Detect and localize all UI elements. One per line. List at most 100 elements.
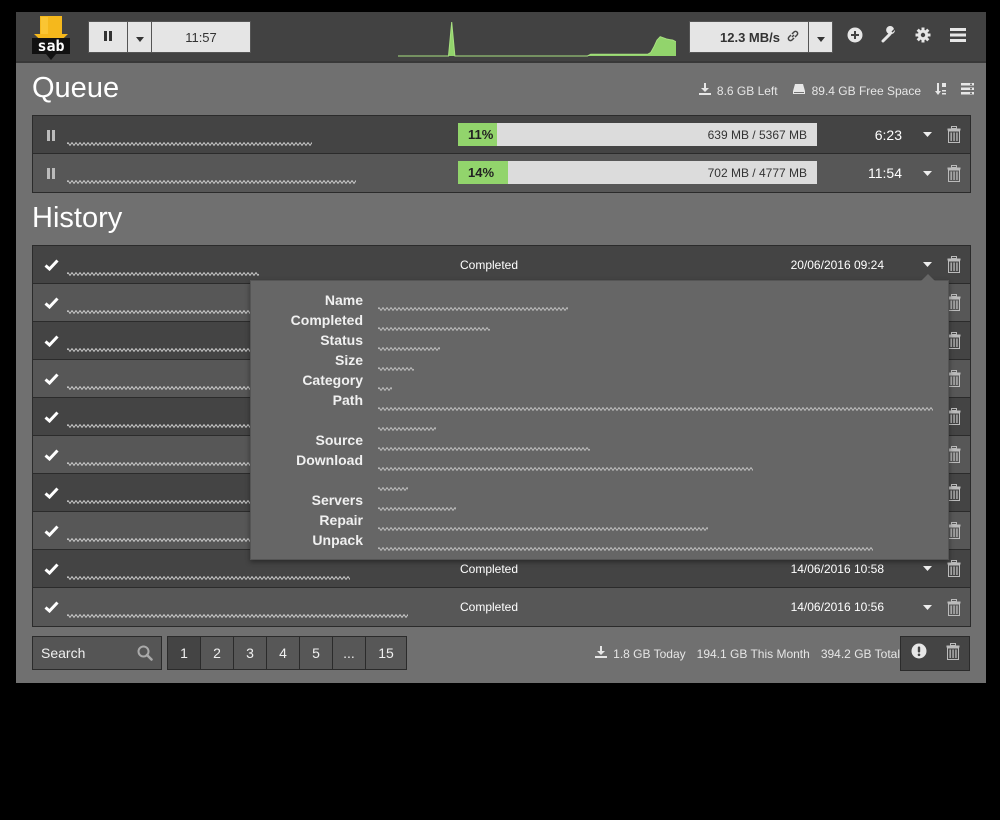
progress-percent: 11% (468, 127, 494, 142)
history-status: Completed (460, 257, 519, 272)
page-button[interactable]: 2 (201, 637, 234, 669)
sabnzbd-app: sab 11:57 12.3 MB/s Queue 8.6 GB Left 89… (16, 12, 986, 683)
detail-label-name: Name (324, 292, 363, 308)
today-text: 1.8 GB Today (613, 646, 686, 661)
page-button[interactable]: ... (333, 637, 366, 669)
speed-area (398, 22, 676, 56)
main-menu-button[interactable] (947, 26, 969, 48)
detail-label-download: Download (296, 452, 363, 468)
sab-logo[interactable]: sab (28, 16, 74, 60)
caret-down-icon (922, 170, 932, 176)
queue-options-button[interactable] (961, 83, 974, 98)
delete-history-button[interactable] (946, 256, 962, 274)
sort-icon (935, 83, 946, 95)
check-icon (43, 561, 59, 577)
detail-value (377, 299, 571, 311)
trash-icon (947, 332, 961, 349)
page-button[interactable]: 3 (234, 637, 267, 669)
history-job-name[interactable] (66, 568, 352, 580)
detail-value (377, 539, 875, 551)
page-button[interactable]: 5 (300, 637, 333, 669)
delete-job-button[interactable] (946, 126, 962, 144)
page-button[interactable]: 15 (366, 637, 406, 669)
top-bar: sab 11:57 12.3 MB/s (16, 12, 986, 63)
detail-label-servers: Servers (311, 492, 363, 508)
detail-value (377, 379, 395, 391)
queue-title: Queue (32, 72, 120, 104)
detail-label-category: Category (302, 372, 363, 388)
detail-value (377, 439, 591, 451)
check-icon (43, 409, 59, 425)
trash-icon (947, 126, 961, 143)
history-job-name[interactable] (66, 606, 412, 618)
detail-value (377, 319, 491, 331)
queue-stats: 8.6 GB Left 89.4 GB Free Space (698, 82, 974, 99)
trash-icon (947, 408, 961, 425)
check-icon (43, 333, 59, 349)
sort-button[interactable] (935, 82, 947, 99)
free-space-stat: 89.4 GB Free Space (792, 83, 921, 98)
detail-value (377, 519, 711, 531)
detail-label-path: Path (332, 392, 363, 408)
pause-icon (103, 30, 113, 45)
free-space-text: 89.4 GB Free Space (811, 83, 921, 98)
total-text: 394.2 GB Total (820, 646, 900, 661)
download-icon (698, 83, 711, 98)
progress-size: 639 MB / 5367 MB (707, 128, 807, 142)
delete-job-button[interactable] (946, 164, 962, 182)
page-button[interactable]: 1 (168, 637, 201, 669)
search-input[interactable] (41, 645, 131, 661)
show-failed-button[interactable] (911, 643, 927, 664)
month-text: 194.1 GB This Month (696, 646, 810, 661)
history-pagination: 1 2 3 4 5... 15 (167, 636, 407, 670)
caret-down-icon (922, 132, 932, 137)
remaining-text: 8.6 GB Left (716, 83, 778, 98)
job-options-button[interactable] (920, 128, 934, 142)
history-details-button[interactable] (920, 258, 934, 272)
pause-job-button[interactable] (43, 127, 59, 143)
pause-job-button[interactable] (43, 165, 59, 181)
delete-history-button[interactable] (946, 598, 962, 616)
tools-button[interactable] (878, 25, 900, 48)
pause-button[interactable] (88, 21, 128, 53)
detail-value (377, 359, 415, 371)
trash-icon (947, 256, 961, 273)
purge-history-button[interactable] (946, 642, 960, 665)
history-row: Completed 14/06/2016 10:56 (33, 588, 970, 626)
speed-options-button[interactable] (808, 21, 833, 53)
history-details-button[interactable] (920, 562, 934, 576)
speed-value: 12.3 MB/s (720, 29, 780, 45)
job-options-button[interactable] (920, 166, 934, 180)
delete-history-button[interactable] (946, 560, 962, 578)
trash-icon (947, 446, 961, 463)
settings-button[interactable] (912, 26, 934, 48)
detail-label-source: Source (315, 432, 363, 448)
history-details-button[interactable] (920, 600, 934, 614)
menu-icon (949, 27, 967, 48)
history-job-name[interactable] (66, 264, 260, 276)
detail-value (377, 479, 411, 491)
history-status: Completed (460, 561, 519, 576)
caret-down-icon (922, 604, 932, 610)
speed-limit-button[interactable]: 12.3 MB/s (689, 21, 809, 53)
exclamation-icon (911, 643, 926, 659)
detail-value (377, 399, 935, 411)
speed-line (398, 21, 676, 57)
search-icon[interactable] (137, 645, 153, 666)
queue-list: 11% 639 MB / 5367 MB 6:23 14% 702 MB / 4777 … (32, 115, 971, 193)
popup-arrow (921, 274, 935, 281)
queue-row: 14% 702 MB / 4777 MB 11:54 (33, 154, 970, 192)
time-left: 11:57 (151, 21, 251, 53)
add-nzb-button[interactable] (844, 26, 866, 48)
trash-icon (946, 642, 959, 660)
caret-down-icon (922, 566, 932, 571)
trash-icon (947, 484, 961, 501)
download-icon (595, 646, 608, 661)
detail-label-repair: Repair (319, 512, 363, 528)
page-button[interactable]: 4 (267, 637, 300, 669)
pause-options-button[interactable] (127, 21, 152, 53)
pause-icon (47, 129, 55, 141)
caret-down-icon (816, 30, 825, 45)
queue-row: 11% 639 MB / 5367 MB 6:23 (33, 116, 970, 154)
pause-icon (47, 167, 55, 179)
